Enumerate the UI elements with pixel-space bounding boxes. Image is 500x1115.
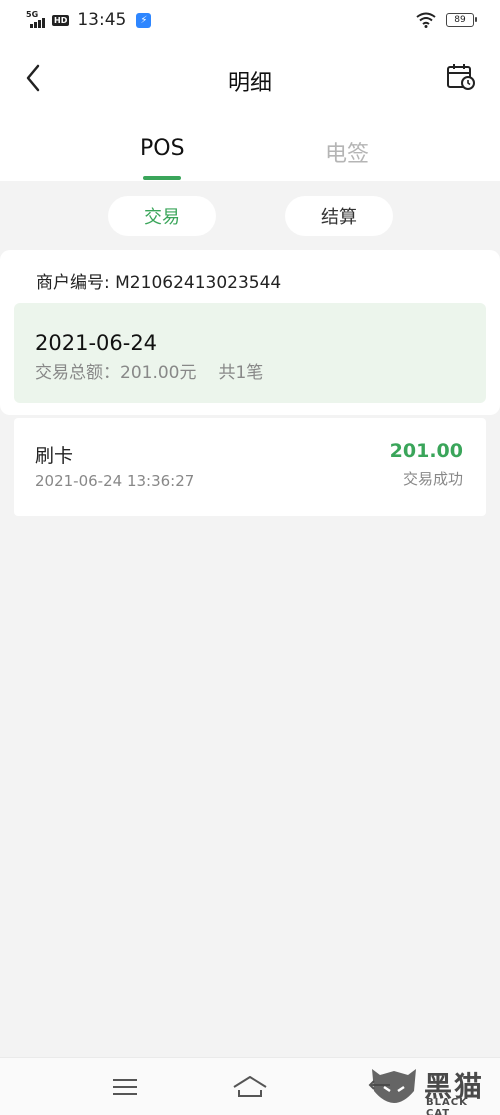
system-nav-bar: 黑猫 BLACK CAT	[0, 1057, 500, 1115]
summary-date: 2021-06-24	[35, 331, 158, 355]
menu-icon	[113, 1079, 137, 1095]
transaction-amount: 201.00	[389, 440, 463, 462]
nav-bar: 明细	[0, 40, 500, 118]
battery-level: 89	[454, 15, 466, 25]
black-cat-logo-icon	[372, 1069, 416, 1103]
recent-apps-button[interactable]	[105, 1071, 145, 1103]
summary-total: 交易总额：201.00元	[35, 363, 197, 383]
filter-settle-button[interactable]: 结算	[285, 196, 393, 236]
hd-badge: HD	[52, 14, 70, 26]
transaction-time: 2021-06-24 13:36:27	[35, 472, 195, 490]
status-left: 5G HD 13:45 ⚡	[26, 10, 152, 30]
merchant-line: 商户编号: M21062413023544	[36, 268, 281, 293]
home-icon	[233, 1076, 267, 1097]
transaction-item[interactable]: 刷卡 2021-06-24 13:36:27 201.00 交易成功	[14, 418, 486, 516]
transaction-status: 交易成功	[402, 470, 463, 488]
calendar-clock-icon	[447, 64, 475, 90]
status-time: 13:45	[77, 10, 127, 30]
merchant-id: M21062413023544	[115, 273, 282, 293]
page-title: 明细	[227, 71, 272, 96]
watermark-subtext: BLACK CAT	[426, 1097, 468, 1115]
active-tab-indicator	[143, 176, 181, 180]
merchant-label: 商户编号:	[36, 273, 116, 293]
tab-esign[interactable]: 电签	[325, 136, 369, 168]
black-cat-watermark: 黑猫 BLACK CAT	[366, 1061, 496, 1115]
transaction-type: 刷卡	[35, 445, 74, 467]
tab-pos[interactable]: POS	[140, 136, 185, 161]
status-right: 89	[416, 12, 477, 28]
notification-app-icon: ⚡	[136, 12, 152, 28]
daily-summary[interactable]: 2021-06-24 交易总额：201.00元 共1笔	[14, 303, 486, 403]
battery-icon: 89	[446, 13, 477, 27]
wifi-icon	[416, 12, 436, 28]
summary-count: 共1笔	[218, 363, 264, 383]
tab-bar: POS 电签	[0, 118, 500, 181]
cellular-signal-icon: 5G	[26, 10, 46, 28]
merchant-card: 商户编号: M21062413023544 2021-06-24 交易总额：20…	[0, 250, 500, 415]
filter-trade-button[interactable]: 交易	[108, 196, 216, 236]
summary-info: 交易总额：201.00元 共1笔	[35, 358, 263, 383]
home-button[interactable]	[230, 1071, 270, 1103]
status-bar: 5G HD 13:45 ⚡ 89	[0, 0, 500, 40]
calendar-button[interactable]	[446, 62, 476, 92]
